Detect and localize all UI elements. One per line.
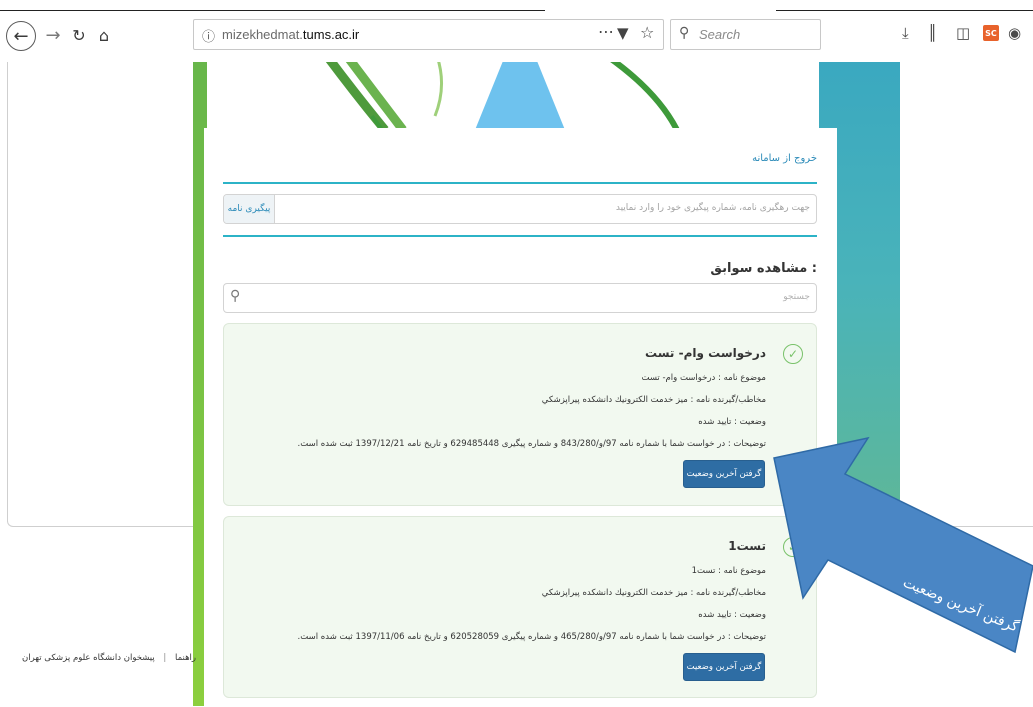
search-icon: ⚲ [230, 288, 241, 304]
bookmark-star-icon[interactable]: ☆ [640, 23, 654, 42]
url-domain: tums.ac.ir [302, 27, 360, 42]
logout-link[interactable]: خروج از سامانه [752, 153, 817, 164]
pocket-icon[interactable]: ▼ [617, 24, 629, 42]
separator-bottom [223, 235, 817, 237]
get-latest-status-button[interactable]: گرفتن آخرین وضعیت [683, 653, 765, 681]
track-letter-button[interactable]: پیگیری نامه [224, 195, 275, 223]
header-decoration [323, 56, 680, 130]
footer-separator: | [163, 653, 167, 663]
browser-search-placeholder: Search [699, 27, 741, 42]
record-status: وضعیت : تایید شده [698, 417, 766, 427]
check-circle-icon: ✓ [783, 344, 803, 364]
record-recipient: مخاطب/گیرنده نامه : میز خدمت الکترونیك د… [541, 395, 766, 405]
home-icon[interactable]: ⌂ [93, 23, 115, 47]
search-icon: ⚲ [679, 25, 690, 41]
back-icon[interactable]: ← [6, 21, 36, 51]
url-text[interactable]: mizekhedmat.tums.ac.ir [222, 27, 359, 42]
forward-icon[interactable]: → [42, 23, 64, 47]
page-root: { "browser": { "url_prefix": "mizekhedma… [0, 0, 1033, 707]
page-actions-icon[interactable]: ⋯ [598, 22, 614, 41]
history-search-input[interactable]: ⚲ جستجو [223, 283, 817, 313]
history-search-placeholder: جستجو [783, 292, 810, 302]
reload-icon[interactable]: ↻ [68, 23, 90, 47]
toolbar-top-line [0, 10, 545, 11]
footer-site-name[interactable]: پیشخوان دانشگاه علوم پزشکی تهران [22, 653, 155, 663]
url-prefix: mizekhedmat. [222, 27, 303, 42]
history-title: مشاهده سوابق : [710, 261, 817, 276]
account-icon[interactable]: ◉ [1008, 24, 1021, 42]
library-icon[interactable]: ║ [928, 24, 937, 42]
download-icon[interactable]: ⤓ [902, 24, 909, 42]
sidebar-icon[interactable]: ◫ [956, 24, 970, 42]
footer: راهنما | پیشخوان دانشگاه علوم پزشکی تهرا… [22, 653, 196, 663]
tracking-input[interactable]: جهت رهگیری نامه، شماره پیگیری خود را وار… [616, 203, 810, 213]
tracking-row: پیگیری نامه جهت رهگیری نامه، شماره پیگیر… [223, 194, 817, 224]
separator-top [223, 182, 817, 184]
url-bar[interactable]: ⓘ mizekhedmat.tums.ac.ir ⋯ ▼ ☆ [193, 19, 664, 50]
footer-help-link[interactable]: راهنما [175, 653, 196, 663]
sc-extension-icon[interactable]: SC [983, 25, 999, 41]
browser-toolbar: ← → ↻ ⌂ ⓘ mizekhedmat.tums.ac.ir ⋯ ▼ ☆ ⚲… [0, 0, 1033, 62]
toolbar-top-line-right [776, 10, 1033, 11]
record-title: درخواست وام- تست [645, 346, 766, 360]
browser-search-bar[interactable]: ⚲ Search [670, 19, 821, 50]
record-subject: موضوع نامه : درخواست وام- تست [641, 373, 766, 383]
info-icon[interactable]: ⓘ [202, 26, 215, 45]
